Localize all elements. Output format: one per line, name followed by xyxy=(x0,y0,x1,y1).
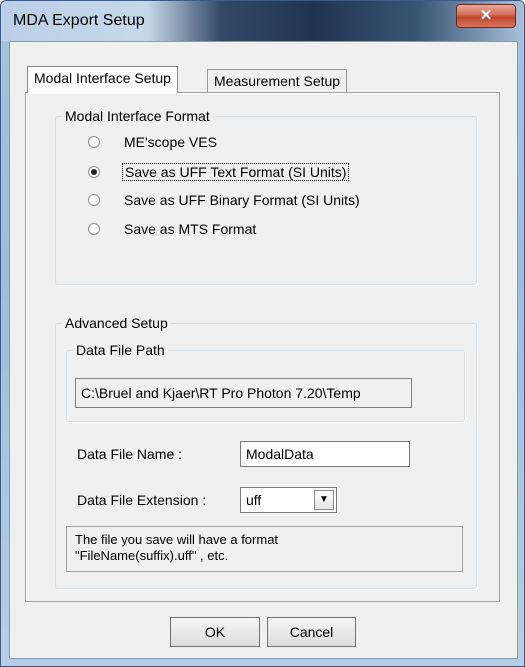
radio-label: Save as UFF Binary Format (SI Units) xyxy=(124,192,360,208)
radio-button[interactable] xyxy=(88,136,100,148)
close-button[interactable]: ✕ xyxy=(456,4,516,28)
radio-option-mescope-ves[interactable]: ME'scope VES xyxy=(88,131,219,153)
radio-label: Save as UFF Text Format (SI Units) xyxy=(122,163,350,181)
data-file-name-input[interactable]: ModalData xyxy=(240,441,410,467)
tab-measurement-setup[interactable]: Measurement Setup xyxy=(207,69,348,93)
radio-label: ME'scope VES xyxy=(124,134,217,150)
tab-label: Measurement Setup xyxy=(214,73,341,89)
info-line: The file you save will have a format xyxy=(75,532,279,547)
group-legend: Modal Interface Format xyxy=(62,108,213,124)
radio-button[interactable] xyxy=(88,166,100,178)
title-bar[interactable]: MDA Export Setup ✕ xyxy=(1,1,524,41)
data-file-extension-select[interactable]: uff ▼ xyxy=(240,487,337,513)
data-file-extension-label: Data File Extension : xyxy=(77,492,207,508)
select-value: uff xyxy=(246,492,262,508)
radio-button[interactable] xyxy=(88,223,100,235)
close-icon: ✕ xyxy=(479,7,493,24)
tab-modal-interface-setup[interactable]: Modal Interface Setup xyxy=(27,66,178,93)
tab-label: Modal Interface Setup xyxy=(34,70,171,86)
chevron-down-icon[interactable]: ▼ xyxy=(314,490,334,510)
radio-label: Save as MTS Format xyxy=(124,221,257,237)
ok-button[interactable]: OK xyxy=(170,617,260,647)
cancel-button[interactable]: Cancel xyxy=(267,617,356,647)
format-info-box: The file you save will have a format "Fi… xyxy=(66,526,463,572)
data-file-path-field[interactable]: C:\Bruel and Kjaer\RT Pro Photon 7.20\Te… xyxy=(75,378,412,408)
radio-button[interactable] xyxy=(88,194,100,206)
radio-option-mts[interactable]: Save as MTS Format xyxy=(88,218,258,240)
group-legend: Advanced Setup xyxy=(62,315,171,331)
window-title: MDA Export Setup xyxy=(13,12,145,29)
radio-option-uff-binary[interactable]: Save as UFF Binary Format (SI Units) xyxy=(88,189,362,211)
group-legend: Data File Path xyxy=(73,342,168,358)
info-line: "FileName(suffix).uff" , etc. xyxy=(75,548,229,563)
data-file-name-label: Data File Name : xyxy=(77,446,183,462)
radio-option-uff-text[interactable]: Save as UFF Text Format (SI Units) xyxy=(88,161,350,183)
